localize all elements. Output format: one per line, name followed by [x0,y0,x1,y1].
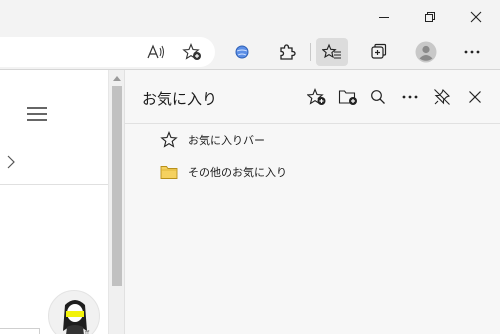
add-favorite-button[interactable] [305,85,329,109]
scroll-up-button[interactable] [109,72,125,84]
search-icon [371,90,385,104]
avatar[interactable]: ff [48,290,100,334]
favorites-more-button[interactable] [398,85,422,109]
favorites-pane: お気に入り お気に入りバー その他のお気に入り [124,70,500,334]
minimize-button[interactable] [361,0,407,34]
scroll-up-arrow-icon [113,76,121,81]
close-icon [470,11,482,23]
toolbar-separator [310,43,311,61]
extension-button[interactable] [226,38,258,66]
unpin-pane-button[interactable] [430,85,454,109]
scrollbar-thumb[interactable] [112,86,122,286]
add-favorite-icon [182,43,201,60]
collections-button[interactable] [363,38,395,66]
more-icon [464,50,480,54]
restore-icon [425,12,435,22]
extensions-button[interactable] [271,38,303,66]
other-favorites-label: その他のお気に入り [188,167,287,179]
carousel-next-button[interactable] [6,154,16,175]
anime-avatar-icon: ff [63,300,90,334]
profile-button[interactable] [410,38,442,66]
minimize-icon [379,17,389,18]
profile-icon [415,41,437,63]
favorites-list-icon [322,43,341,59]
add-favorite-icon [307,88,326,105]
add-folder-icon [338,90,357,105]
hamburger-menu-button[interactable] [26,106,48,127]
content-divider [0,184,108,185]
search-favorites-button[interactable] [366,85,390,109]
favorites-button[interactable] [316,38,348,66]
favorites-bar-label: お気に入りバー [188,135,265,147]
close-icon [469,91,481,103]
chevron-right-icon [7,155,15,169]
other-favorites-item[interactable]: その他のお気に入り [159,160,287,184]
read-aloud-button[interactable] [140,38,172,66]
hamburger-menu-icon [27,107,47,121]
favorites-title: お気に入り [142,91,218,108]
favorites-header: お気に入り [125,70,500,124]
puzzle-icon [280,44,296,60]
address-bar[interactable] [0,37,215,67]
close-window-button[interactable] [453,0,499,34]
add-folder-button[interactable] [336,85,360,109]
title-bar [0,0,500,34]
page-scrollbar[interactable] [108,70,124,334]
settings-more-button[interactable] [456,38,488,66]
svg-text:ff: ff [85,330,90,334]
page-footer-box [0,328,40,334]
collections-icon [371,43,387,59]
read-aloud-icon [147,44,164,59]
favorites-bar-item[interactable]: お気に入りバー [159,128,265,152]
close-pane-button[interactable] [463,85,487,109]
unpin-icon [434,89,450,105]
star-outline-icon [159,130,179,150]
more-icon [402,95,418,99]
restore-button[interactable] [407,0,453,34]
web-page-content: ff [0,70,108,334]
browser-toolbar [0,34,500,70]
folder-icon [159,162,179,182]
globe-extension-icon [235,45,249,59]
add-favorite-address-button[interactable] [176,38,208,66]
